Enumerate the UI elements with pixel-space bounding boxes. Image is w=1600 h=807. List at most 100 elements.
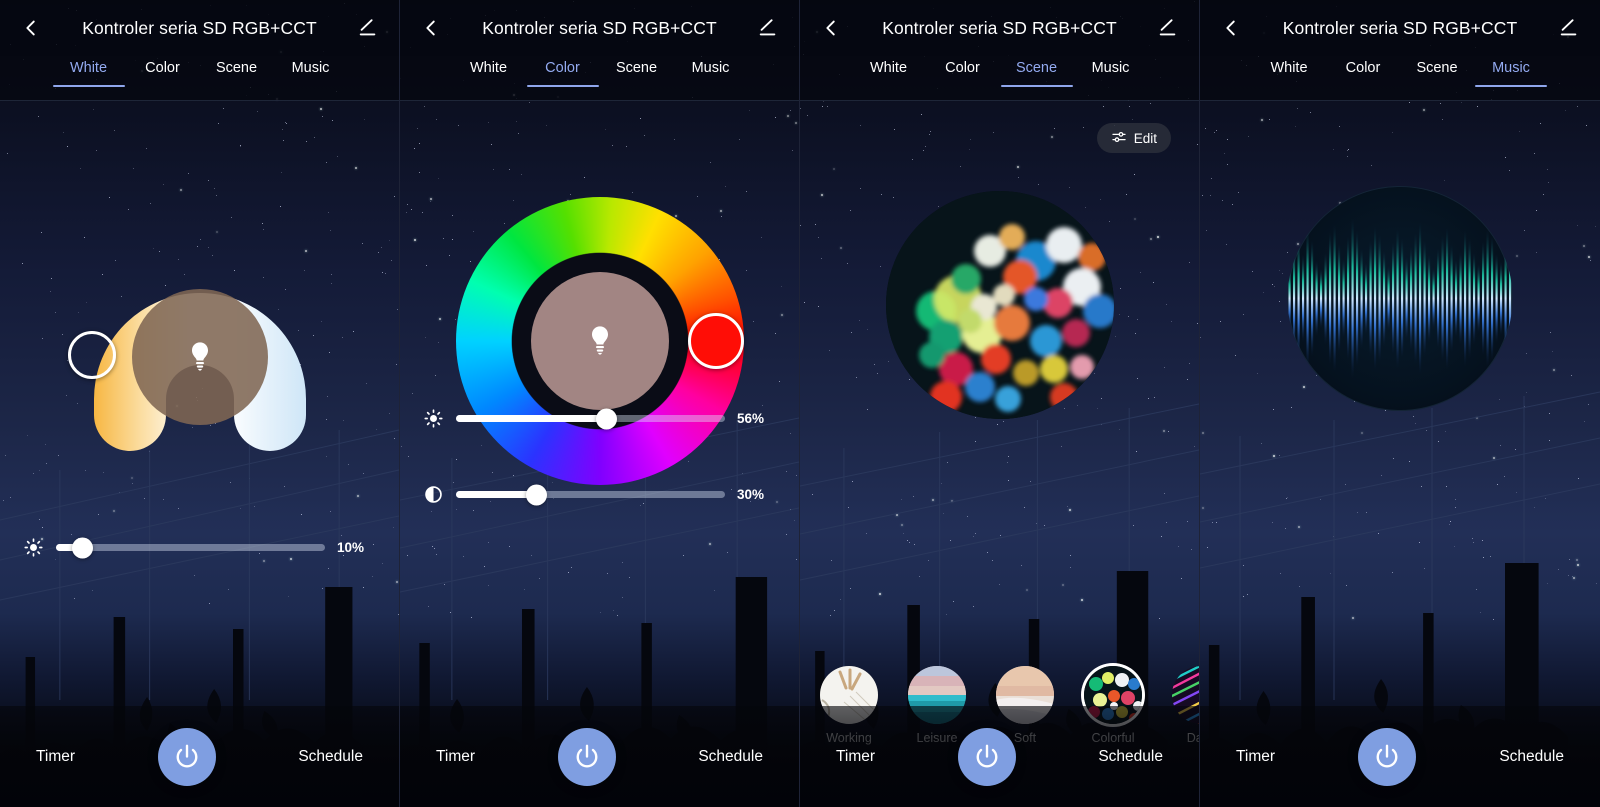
panel-white: Kontroler seria SD RGB+CCT White Color S… — [0, 0, 400, 807]
tab-label: Color — [145, 60, 180, 76]
cct-color-temperature-wheel[interactable] — [52, 209, 348, 510]
tab-white[interactable]: White — [52, 56, 126, 87]
edit-button[interactable]: Edit — [1096, 123, 1171, 153]
app-header: Kontroler seria SD RGB+CCT — [0, 0, 399, 56]
page-title: Kontroler seria SD RGB+CCT — [482, 17, 717, 38]
tab-scene[interactable]: Scene — [600, 56, 674, 76]
brightness-slider-knob[interactable] — [72, 537, 94, 558]
schedule-button[interactable]: Schedule — [698, 748, 763, 766]
brightness-value: 10% — [337, 540, 365, 555]
tab-label: White — [869, 60, 908, 76]
tab-white[interactable]: White — [452, 56, 526, 76]
tab-underline — [52, 85, 125, 87]
back-icon[interactable] — [414, 11, 448, 45]
tab-white[interactable]: White — [1252, 56, 1326, 76]
tab-color[interactable]: Color — [926, 56, 1000, 76]
tab-color[interactable]: Color — [126, 56, 200, 76]
panel-music: Kontroler seria SD RGB+CCT White Color S… — [1200, 0, 1600, 807]
tab-label: Color — [545, 60, 580, 76]
tab-bar-color: White Color Scene Music — [400, 56, 799, 101]
tab-color[interactable]: Color — [1326, 56, 1400, 76]
bottom-bar: Timer Schedule — [800, 706, 1199, 807]
page-title: Kontroler seria SD RGB+CCT — [882, 17, 1117, 38]
timer-button[interactable]: Timer — [1236, 748, 1275, 766]
cct-slider-handle[interactable] — [67, 331, 116, 379]
tab-scene[interactable]: Scene — [1400, 56, 1474, 76]
pencil-edit-icon[interactable] — [1151, 11, 1185, 45]
page-title: Kontroler seria SD RGB+CCT — [82, 17, 317, 38]
tab-music[interactable]: Music — [274, 56, 348, 76]
center-bulb-disc-color[interactable] — [530, 272, 669, 410]
tab-underline — [1000, 85, 1073, 87]
power-icon — [176, 744, 198, 767]
back-icon[interactable] — [814, 11, 848, 45]
stage-white: 10% — [0, 101, 399, 807]
brightness-slider-knob[interactable] — [596, 408, 618, 429]
timer-button[interactable]: Timer — [836, 748, 875, 766]
bottom-bar: Timer Schedule — [400, 706, 799, 807]
schedule-button[interactable]: Schedule — [1499, 748, 1564, 766]
tab-label: Music — [1091, 60, 1130, 76]
multi-panel-screenshot: Kontroler seria SD RGB+CCT White Color S… — [0, 0, 1600, 807]
tab-white[interactable]: White — [852, 56, 926, 76]
tab-label: White — [1270, 60, 1308, 76]
pencil-edit-icon[interactable] — [351, 11, 385, 45]
timer-button[interactable]: Timer — [36, 748, 75, 766]
back-icon[interactable] — [1214, 11, 1248, 45]
pencil-edit-icon[interactable] — [1552, 11, 1586, 45]
tab-music[interactable]: Music — [674, 56, 748, 76]
brightness-sun-icon — [422, 409, 444, 428]
power-button[interactable] — [157, 727, 216, 786]
pencil-edit-icon[interactable] — [751, 11, 785, 45]
stage-scene: Edit — [800, 101, 1199, 807]
stage-music — [1200, 101, 1600, 807]
app-header: Kontroler seria SD RGB+CCT — [800, 0, 1199, 56]
tab-scene[interactable]: Scene — [1000, 56, 1074, 87]
saturation-slider-track[interactable] — [456, 484, 725, 505]
timer-button[interactable]: Timer — [436, 748, 475, 766]
app-header: Kontroler seria SD RGB+CCT — [1200, 0, 1600, 56]
panel-color: Kontroler seria SD RGB+CCT White Color S… — [400, 0, 800, 807]
brightness-slider-fill — [456, 415, 607, 422]
light-bulb-icon — [591, 326, 608, 355]
power-button[interactable] — [1358, 727, 1417, 786]
saturation-slider-fill — [456, 491, 537, 498]
power-button[interactable] — [557, 727, 616, 786]
scene-preview-image[interactable] — [885, 191, 1114, 419]
tab-underline — [526, 85, 599, 87]
tab-underline — [1475, 85, 1547, 87]
audio-visualizer[interactable] — [1287, 186, 1513, 411]
tab-bar-music: White Color Scene Music — [1200, 56, 1600, 101]
saturation-slider-row: 30% — [400, 484, 799, 505]
saturation-slider-knob[interactable] — [526, 484, 548, 505]
hue-color-wheel[interactable] — [455, 197, 744, 485]
hue-slider-handle[interactable] — [687, 313, 744, 369]
tab-label: Color — [945, 60, 980, 76]
tab-color[interactable]: Color — [526, 56, 600, 87]
brightness-slider-track[interactable] — [56, 537, 325, 558]
schedule-button[interactable]: Schedule — [298, 748, 363, 766]
stage-color: 56% 30% — [400, 101, 799, 807]
power-icon — [1376, 744, 1398, 767]
tab-music[interactable]: Music — [1474, 56, 1548, 87]
tab-label: Scene — [215, 60, 258, 76]
tab-label: Music — [291, 60, 330, 76]
brightness-value: 56% — [737, 411, 765, 426]
brightness-slider-track[interactable] — [456, 408, 725, 429]
bottom-bar: Timer Schedule — [0, 706, 399, 807]
back-icon[interactable] — [14, 11, 48, 45]
tab-label: Music — [691, 60, 730, 76]
schedule-button[interactable]: Schedule — [1098, 748, 1163, 766]
sliders-adjust-icon — [1111, 129, 1127, 148]
power-icon — [976, 744, 998, 767]
tab-music[interactable]: Music — [1074, 56, 1148, 76]
brightness-slider-row: 56% — [400, 408, 799, 429]
tab-scene[interactable]: Scene — [200, 56, 274, 76]
app-header: Kontroler seria SD RGB+CCT — [400, 0, 799, 56]
tab-bar-white: White Color Scene Music — [0, 56, 399, 101]
power-button[interactable] — [957, 727, 1016, 786]
center-bulb-disc-white[interactable] — [131, 289, 268, 425]
saturation-value: 30% — [737, 487, 765, 502]
tab-label: Scene — [615, 60, 658, 76]
edit-button-label: Edit — [1133, 130, 1157, 146]
